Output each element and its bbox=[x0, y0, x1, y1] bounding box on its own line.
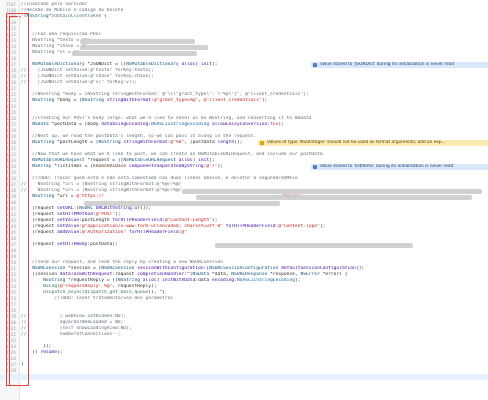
warning-icon: ! bbox=[313, 63, 317, 67]
annotation-bracket bbox=[9, 16, 18, 386]
warning-text: Value stored to 'JSONDict' during its in… bbox=[320, 62, 455, 67]
current-line-highlight bbox=[0, 374, 488, 380]
fold-ribbon-icon[interactable]: ▾ bbox=[19, 14, 21, 19]
redaction-blur bbox=[215, 242, 413, 248]
warning-banner[interactable]: ! Value stored to 'listItems' during its … bbox=[311, 164, 488, 170]
redaction-blur bbox=[84, 200, 280, 206]
redaction-blur bbox=[80, 44, 208, 50]
warning-banner[interactable]: ! Values of type 'NSUInteger' should not … bbox=[258, 140, 488, 146]
redaction-blur bbox=[196, 194, 472, 200]
code-editor[interactable]: 1107 1108 1109 1110 1111 1112 1113 1114 1115 1116… bbox=[0, 0, 488, 400]
redaction-blur bbox=[72, 50, 197, 56]
warning-text: Values of type 'NSUInteger' should not b… bbox=[267, 140, 446, 145]
warning-icon: ! bbox=[260, 141, 264, 145]
warning-icon: ! bbox=[313, 165, 317, 169]
code-line[interactable] bbox=[21, 368, 481, 374]
warning-banner[interactable]: ! Value stored to 'JSONDict' during its i… bbox=[311, 62, 488, 68]
warning-text: Value stored to 'listItems' during its i… bbox=[320, 164, 454, 169]
redaction-blur bbox=[182, 188, 482, 194]
redaction-blur bbox=[80, 38, 195, 44]
